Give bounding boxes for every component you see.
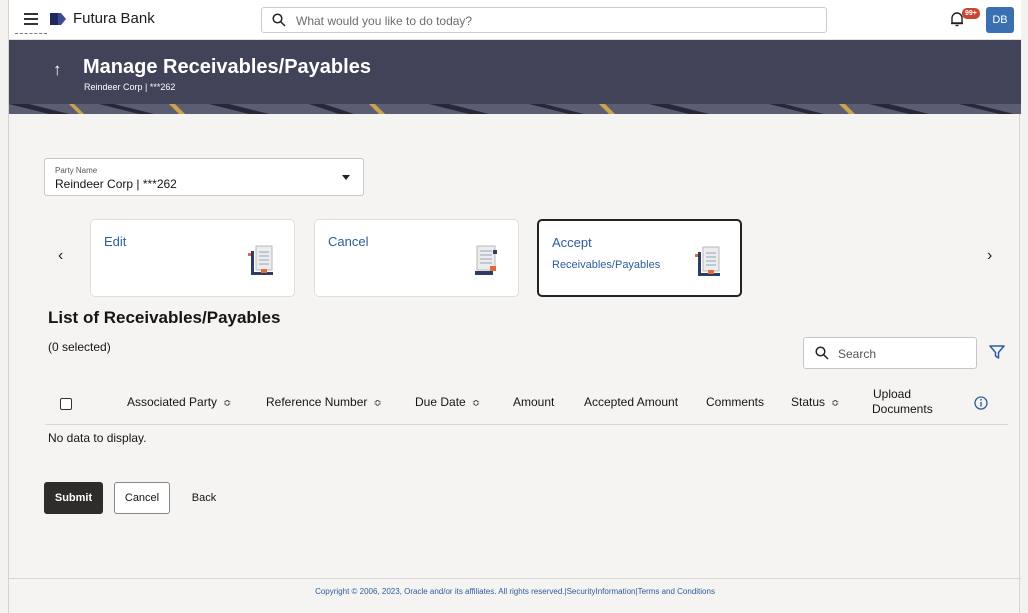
cancel-button[interactable]: Cancel	[114, 482, 170, 514]
col-accepted-amount: Accepted Amount	[584, 395, 679, 409]
selected-count: (0 selected)	[48, 340, 111, 354]
top-bar: Futura Bank What would you like to do to…	[9, 0, 1021, 40]
sort-icon[interactable]: ≎	[223, 398, 231, 409]
col-upload-documents-line1: Upload	[873, 387, 912, 401]
info-icon[interactable]	[974, 396, 988, 410]
card-accept-label: Accept	[552, 235, 592, 250]
back-button[interactable]: Back	[182, 482, 226, 514]
party-name-select[interactable]: Party Name Reindeer Corp | ***262	[44, 158, 364, 196]
document-edit-icon	[248, 245, 273, 275]
card-accept-sublabel: Receivables/Payables	[552, 259, 661, 271]
col-status[interactable]: Status ≎	[791, 395, 839, 409]
filter-icon[interactable]	[989, 344, 1005, 360]
table-header: Associated Party ≎ Reference Number ≎ Due …	[45, 383, 1008, 425]
col-reference-number[interactable]: Reference Number ≎	[266, 395, 382, 409]
card-edit-label: Edit	[104, 234, 127, 249]
caret-down-icon	[342, 175, 350, 180]
chevron-right-icon[interactable]: ›	[987, 247, 992, 265]
document-accept-icon	[695, 246, 720, 276]
col-reference-number-label: Reference Number	[266, 395, 368, 409]
banner-pattern	[9, 104, 1021, 114]
list-search-input[interactable]: Search	[803, 337, 977, 369]
list-title: List of Receivables/Payables	[48, 308, 281, 327]
global-search-input[interactable]: What would you like to do today?	[261, 7, 827, 33]
page-title: Manage Receivables/Payables	[83, 56, 371, 78]
card-edit[interactable]: Edit	[90, 219, 295, 297]
avatar[interactable]: DB	[986, 7, 1014, 33]
hamburger-menu-icon[interactable]	[21, 9, 41, 29]
card-accept[interactable]: Accept Receivables/Payables	[537, 219, 742, 297]
brand-name[interactable]: Futura Bank	[73, 10, 155, 27]
footer-divider	[9, 578, 1021, 579]
search-placeholder: What would you like to do today?	[296, 14, 473, 28]
list-search-placeholder: Search	[838, 347, 877, 361]
page-subtitle: Reindeer Corp | ***262	[84, 82, 176, 92]
notification-badge: 99+	[962, 8, 980, 19]
col-due-date-label: Due Date	[415, 395, 466, 409]
search-icon	[815, 346, 829, 360]
focus-outline	[15, 33, 47, 34]
party-name-label: Party Name	[55, 166, 98, 175]
back-arrow-icon[interactable]: ↑	[53, 60, 62, 80]
app-frame: Futura Bank What would you like to do to…	[8, 0, 1021, 613]
col-amount: Amount	[513, 395, 555, 409]
futura-logo-icon	[50, 13, 66, 25]
chevron-left-icon[interactable]: ‹	[58, 247, 63, 265]
col-status-label: Status	[791, 395, 826, 409]
party-name-value: Reindeer Corp | ***262	[55, 177, 177, 191]
col-upload-documents-line2: Documents	[872, 402, 933, 416]
col-associated-party-label: Associated Party	[127, 395, 218, 409]
card-cancel[interactable]: Cancel	[314, 219, 519, 297]
document-cancel-icon	[475, 245, 497, 275]
card-cancel-label: Cancel	[328, 234, 369, 249]
col-associated-party[interactable]: Associated Party ≎	[127, 395, 231, 409]
sort-icon[interactable]: ≎	[472, 398, 480, 409]
submit-button[interactable]: Submit	[44, 482, 103, 514]
page-header: ↑ Manage Receivables/Payables Reindeer C…	[9, 40, 1021, 114]
footer-copyright[interactable]: Copyright © 2006, 2023, Oracle and/or it…	[9, 587, 1021, 596]
col-due-date[interactable]: Due Date ≎	[415, 395, 480, 409]
sort-icon[interactable]: ≎	[373, 398, 381, 409]
select-all-checkbox[interactable]	[60, 398, 72, 410]
col-comments: Comments	[706, 395, 765, 409]
search-icon	[272, 13, 286, 27]
sort-icon[interactable]: ≎	[831, 398, 839, 409]
empty-table-message: No data to display.	[48, 431, 147, 445]
